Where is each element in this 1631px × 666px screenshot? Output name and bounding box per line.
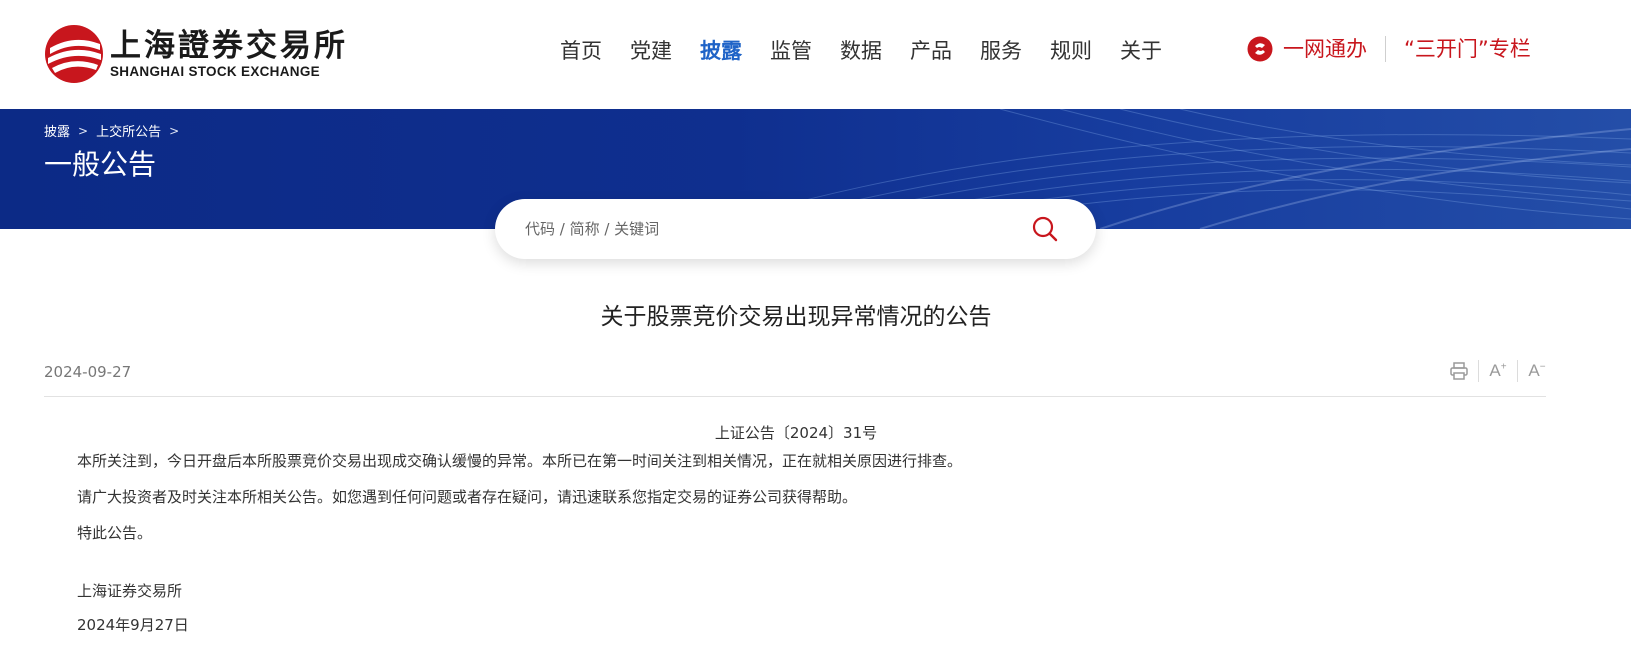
font-smaller-button[interactable]: A− bbox=[1518, 356, 1556, 386]
search-box bbox=[495, 199, 1096, 259]
search-input[interactable] bbox=[525, 213, 995, 245]
breadcrumb-sse-announcements[interactable]: 上交所公告 bbox=[96, 121, 161, 140]
print-button[interactable] bbox=[1440, 356, 1478, 386]
article-paragraph: 请广大投资者及时关注本所相关公告。如您遇到任何问题或者存在疑问，请迅速联系您指定… bbox=[77, 488, 858, 506]
document-number: 上证公告〔2024〕31号 bbox=[714, 424, 878, 442]
font-larger-button[interactable]: A+ bbox=[1479, 356, 1517, 386]
font-larger-icon: A+ bbox=[1489, 361, 1507, 380]
nav-products[interactable]: 产品 bbox=[910, 36, 952, 66]
nav-about[interactable]: 关于 bbox=[1120, 36, 1162, 66]
article-paragraph: 本所关注到，今日开盘后本所股票竞价交易出现成交确认缓慢的异常。本所已在第一时间关… bbox=[77, 452, 963, 470]
logo-english-name: SHANGHAI STOCK EXCHANGE bbox=[110, 64, 320, 79]
article-paragraph: 特此公告。 bbox=[77, 524, 153, 542]
page-title: 一般公告 bbox=[44, 148, 157, 181]
search-icon[interactable] bbox=[1031, 215, 1059, 243]
breadcrumb-disclosure[interactable]: 披露 bbox=[44, 121, 70, 140]
main-nav: 首页 党建 披露 监管 数据 产品 服务 规则 关于 bbox=[560, 36, 1190, 66]
nav-party[interactable]: 党建 bbox=[630, 36, 672, 66]
nav-disclosure[interactable]: 披露 bbox=[700, 36, 742, 66]
nav-regulation[interactable]: 监管 bbox=[770, 36, 812, 66]
nav-home[interactable]: 首页 bbox=[560, 36, 602, 66]
chevron-right-icon: > bbox=[78, 123, 89, 138]
sse-logo-icon bbox=[45, 25, 103, 83]
article-tools: A+ A− bbox=[1440, 356, 1556, 386]
print-icon bbox=[1450, 362, 1468, 380]
signature: 上海证券交易所 bbox=[77, 582, 183, 600]
nav-rules[interactable]: 规则 bbox=[1050, 36, 1092, 66]
logo-chinese-name: 上海證券交易所 bbox=[110, 28, 348, 64]
ywtb-icon[interactable] bbox=[1247, 36, 1273, 62]
sse-logo[interactable]: 上海證券交易所 SHANGHAI STOCK EXCHANGE bbox=[44, 24, 345, 84]
signature-date: 2024年9月27日 bbox=[77, 616, 189, 634]
publish-date: 2024-09-27 bbox=[44, 363, 132, 381]
font-smaller-icon: A− bbox=[1528, 361, 1546, 380]
top-links-divider bbox=[1385, 36, 1386, 62]
article-title: 关于股票竞价交易出现异常情况的公告 bbox=[600, 304, 992, 330]
ywtb-link[interactable]: 一网通办 bbox=[1283, 34, 1367, 64]
top-links: 一网通办 “三开门”专栏 bbox=[1247, 34, 1531, 64]
breadcrumb: 披露 > 上交所公告 > bbox=[44, 121, 187, 141]
site-header: 上海證券交易所 SHANGHAI STOCK EXCHANGE 首页 党建 披露… bbox=[0, 0, 1631, 109]
nav-services[interactable]: 服务 bbox=[980, 36, 1022, 66]
chevron-right-icon: > bbox=[169, 123, 180, 138]
three-doors-link[interactable]: “三开门”专栏 bbox=[1404, 34, 1531, 64]
nav-data[interactable]: 数据 bbox=[840, 36, 882, 66]
article-divider bbox=[44, 396, 1546, 397]
